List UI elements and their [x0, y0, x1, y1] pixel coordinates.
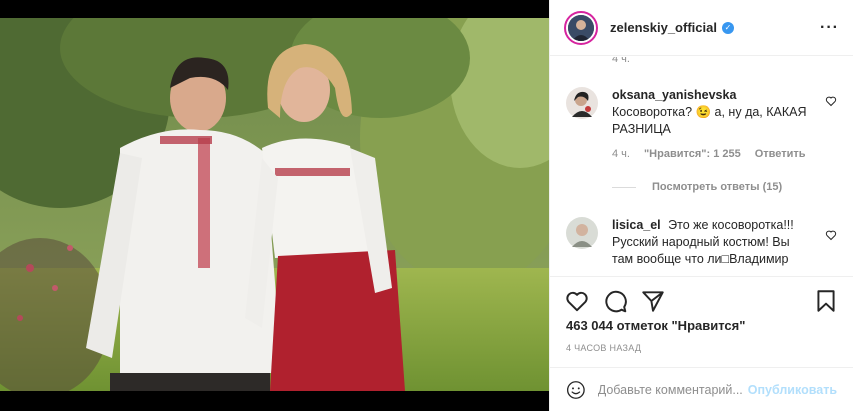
- share-icon[interactable]: [640, 288, 666, 314]
- post-side-panel: zelenskiy_official ✓ ··· 4 ч. oksana_yan…: [549, 0, 853, 411]
- comment-likes[interactable]: "Нравится": 1 255: [644, 146, 741, 163]
- commenter-avatar-image: [566, 87, 598, 119]
- post-actions-bar: [550, 276, 853, 324]
- comment-time[interactable]: 4 ч.: [612, 146, 630, 163]
- comment-item: oksana_yanishevska Косоворотка? 😉 а, ну …: [566, 87, 837, 196]
- comment-username[interactable]: oksana_yanishevska: [612, 88, 736, 102]
- comment-meta: 4 ч. "Нравится": 1 255 Ответить: [612, 146, 812, 163]
- add-comment-input[interactable]: [597, 382, 748, 397]
- heart-icon[interactable]: [564, 288, 590, 314]
- post-timestamp[interactable]: 4 ЧАСОВ НАЗАД: [566, 343, 641, 353]
- comment-text: Косоворотка? 😉 а, ну да, КАКАЯ РАЗНИЦА: [612, 105, 807, 136]
- emoji-icon[interactable]: [566, 378, 586, 402]
- like-comment-heart-icon[interactable]: [825, 95, 837, 107]
- commenter-avatar[interactable]: [566, 87, 598, 119]
- avatar-portrait-icon: [568, 14, 594, 41]
- publish-button[interactable]: Опубликовать: [748, 383, 837, 397]
- view-replies-label: Посмотреть ответы (15): [652, 181, 783, 193]
- like-comment-heart-icon[interactable]: [825, 229, 837, 241]
- comment-item: lisica_el Это же косоворотка!!! Русский …: [566, 217, 837, 268]
- replies-divider: [612, 187, 636, 188]
- post-header: zelenskiy_official ✓ ···: [550, 0, 853, 56]
- verified-badge-icon: ✓: [721, 21, 734, 34]
- comment-body: lisica_el Это же косоворотка!!! Русский …: [612, 217, 812, 268]
- more-options-icon[interactable]: ···: [820, 19, 839, 37]
- author-avatar-image: [568, 14, 594, 41]
- add-comment-section: Опубликовать: [550, 367, 853, 411]
- clipped-comment-time: 4 ч.: [612, 57, 630, 65]
- author-avatar[interactable]: [564, 10, 598, 45]
- commenter-avatar-image: [566, 217, 598, 249]
- instagram-post-window: zelenskiy_official ✓ ··· 4 ч. oksana_yan…: [0, 0, 853, 411]
- reply-button[interactable]: Ответить: [755, 146, 806, 163]
- comments-list[interactable]: 4 ч. oksana_yanishevska Косоворотка? 😉 а…: [550, 57, 853, 275]
- view-replies-button[interactable]: Посмотреть ответы (15): [612, 179, 812, 196]
- post-photo-image: [0, 18, 549, 391]
- bookmark-icon[interactable]: [813, 288, 839, 314]
- author-username[interactable]: zelenskiy_official: [610, 20, 717, 35]
- commenter-avatar[interactable]: [566, 217, 598, 249]
- likes-count[interactable]: 463 044 отметок "Нравится": [566, 318, 745, 333]
- comment-username[interactable]: lisica_el: [612, 218, 661, 232]
- comment-body: oksana_yanishevska Косоворотка? 😉 а, ну …: [612, 87, 812, 196]
- post-photo[interactable]: [0, 18, 549, 391]
- comment-icon[interactable]: [602, 288, 628, 314]
